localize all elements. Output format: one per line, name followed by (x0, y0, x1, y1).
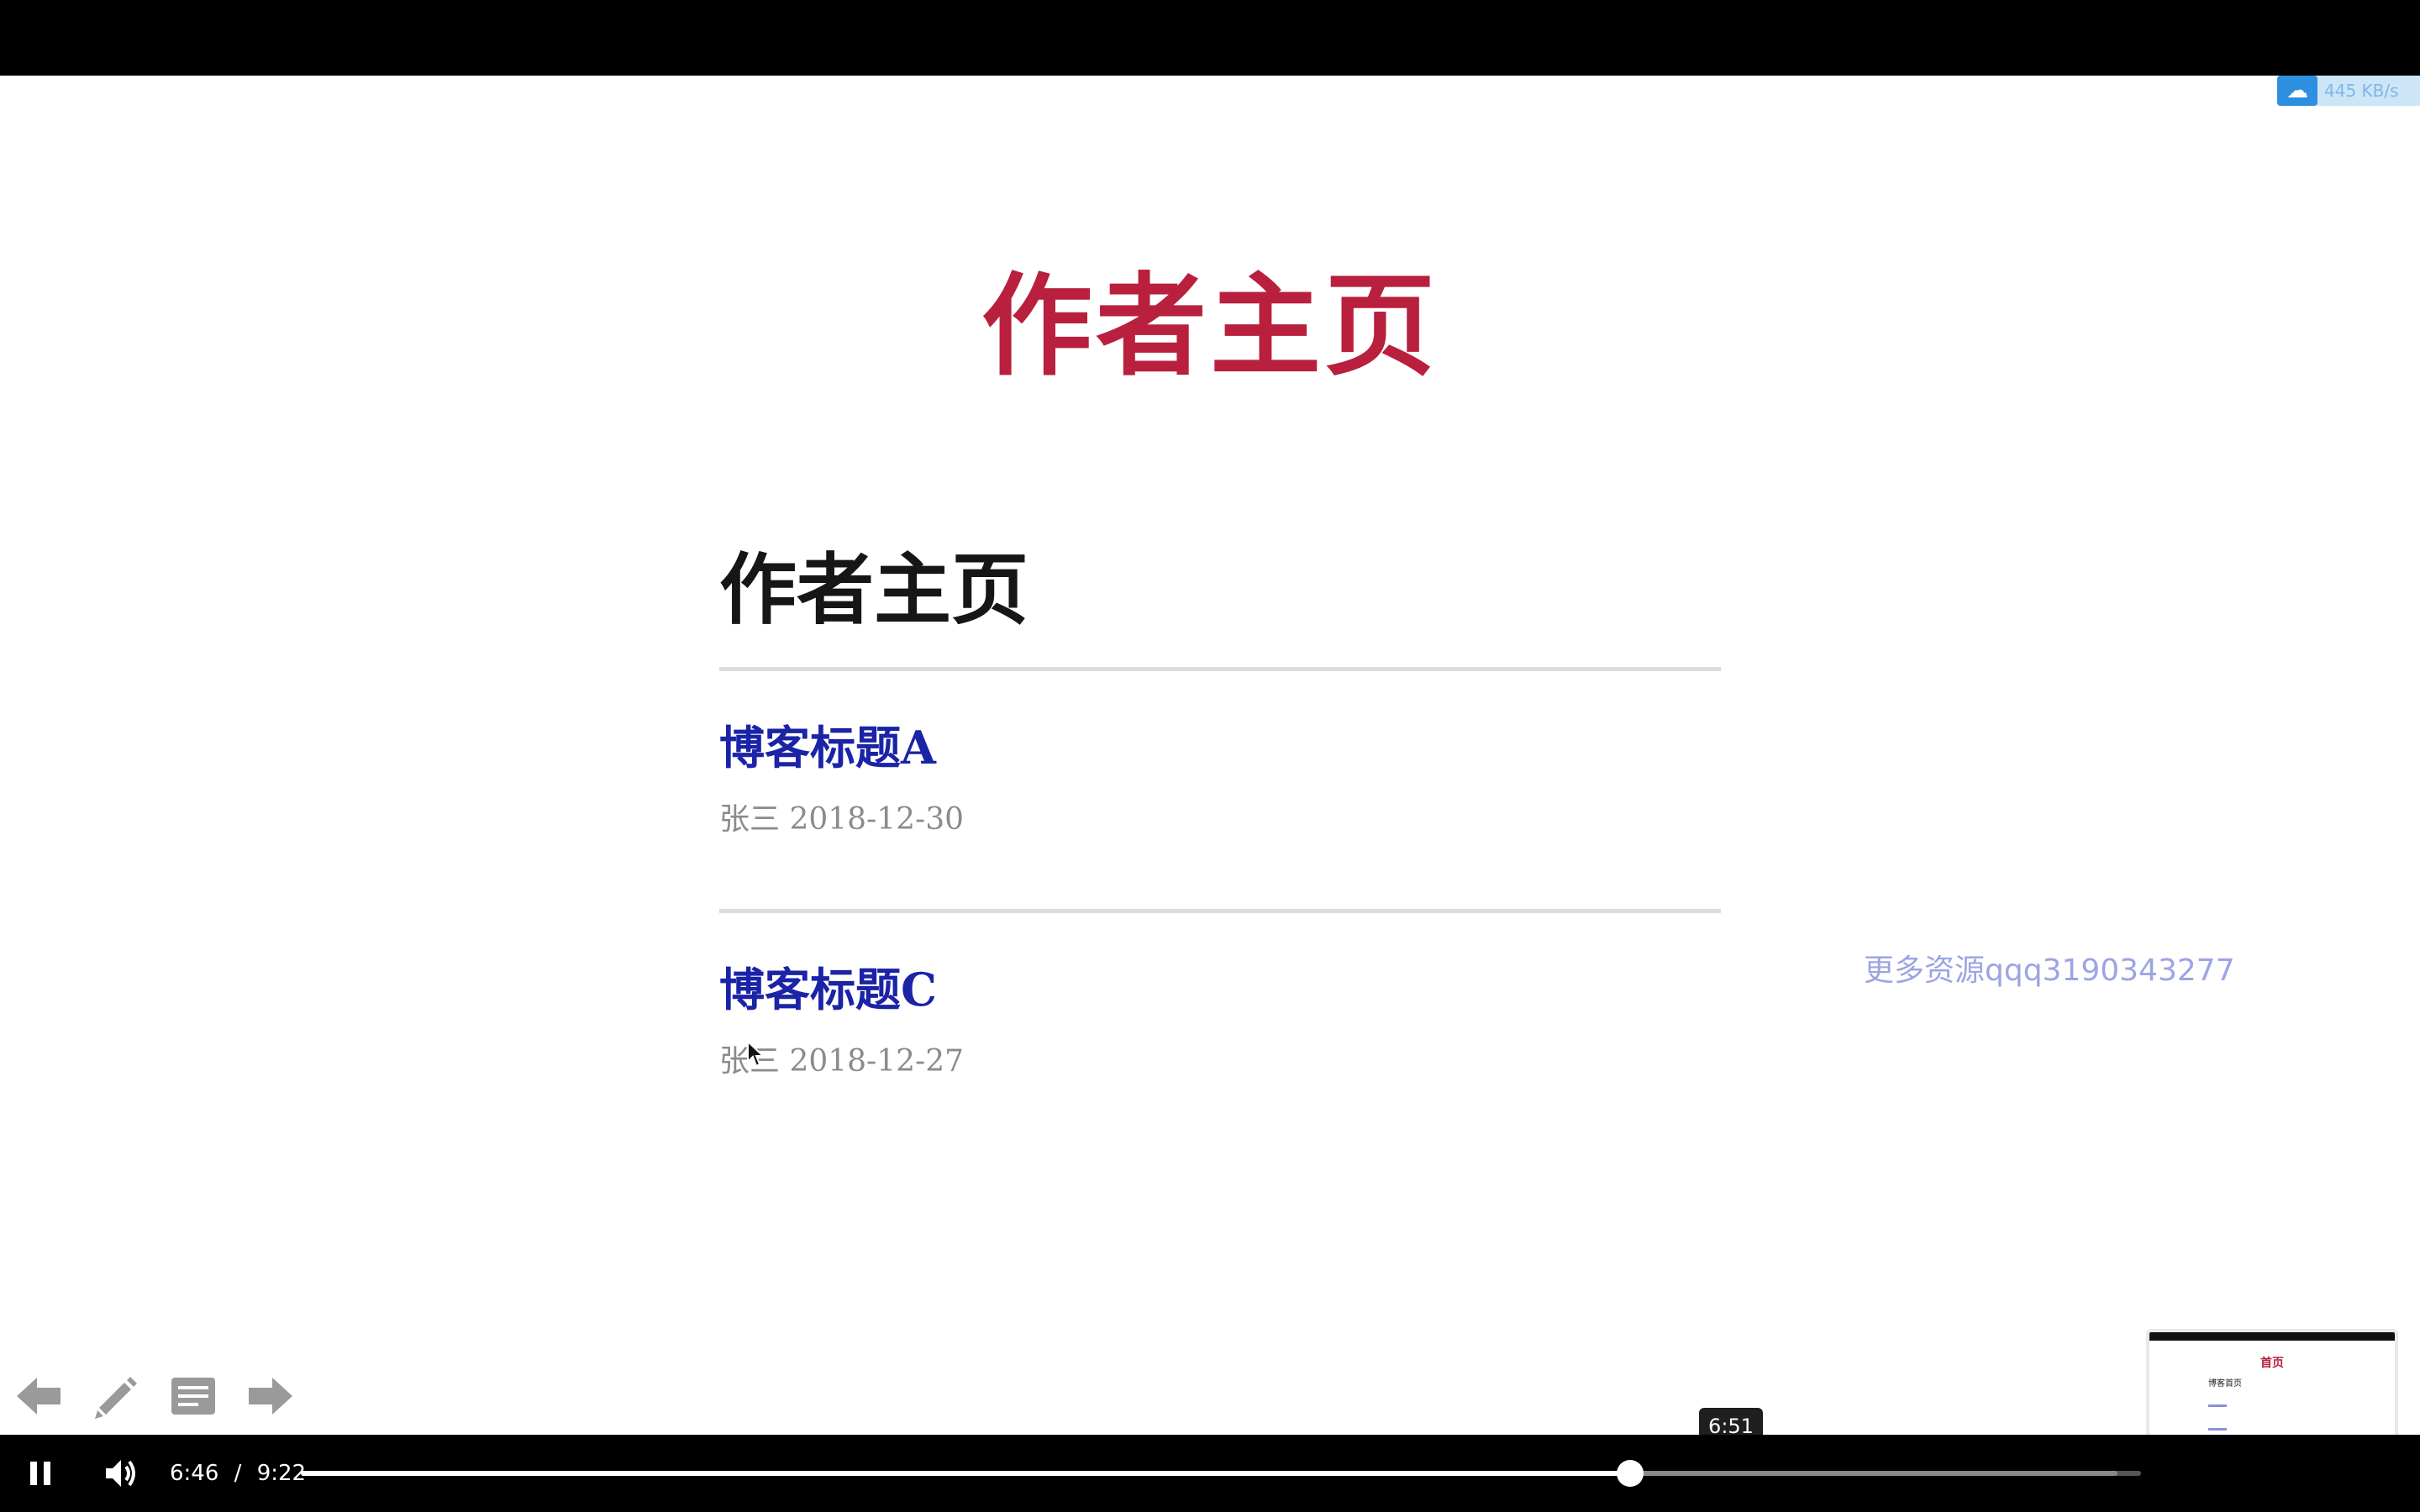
thumbnail-line (2208, 1404, 2227, 1407)
cloud-icon: ☁ (2277, 76, 2317, 106)
mouse-cursor-icon (747, 1040, 765, 1068)
next-arrow-icon[interactable] (244, 1369, 297, 1423)
pencil-icon[interactable] (89, 1369, 143, 1423)
network-speed-badge: ☁ 445 KB/s (2277, 76, 2420, 106)
post-item: 博客标题A 张三 2018-12-30 (719, 671, 1721, 909)
post-title-link[interactable]: 博客标题C (719, 960, 937, 1019)
volume-button[interactable] (97, 1450, 145, 1497)
played-bar (301, 1471, 1631, 1476)
thumbnail-title: 首页 (2260, 1357, 2284, 1370)
notes-icon[interactable] (166, 1369, 220, 1423)
seek-handle[interactable] (1617, 1460, 1644, 1487)
video-player: ☁ 445 KB/s 作者主页 作者主页 博客标题A 张三 2018-12-30… (0, 0, 2420, 1512)
post-meta: 张三 2018-12-30 (719, 802, 965, 837)
pause-icon (30, 1462, 50, 1485)
slide-tools (12, 1369, 297, 1423)
volume-icon (106, 1460, 135, 1487)
duration: 9:22 (256, 1461, 307, 1486)
thumbnail-heading: 博客首页 (2208, 1379, 2242, 1389)
post-item: 博客标题C 张三 2018-12-27 (719, 913, 1721, 1151)
seek-bar[interactable] (301, 1460, 2141, 1487)
time-separator: / (234, 1461, 242, 1486)
thumbnail-line (2208, 1428, 2227, 1431)
thumbnail-topbar (2149, 1332, 2395, 1341)
post-title-link[interactable]: 博客标题A (719, 718, 936, 777)
page-heading: 作者主页 (719, 544, 1029, 635)
slide-title: 作者主页 (981, 262, 1439, 391)
watermark-text: 更多资源qqq3190343277 (1864, 953, 2235, 988)
video-frame[interactable]: ☁ 445 KB/s 作者主页 作者主页 博客标题A 张三 2018-12-30… (0, 76, 2420, 1435)
player-controls: 6:46 / 9:22 (0, 1435, 2420, 1512)
time-display: 6:46 / 9:22 (170, 1455, 306, 1492)
author-page: 作者主页 博客标题A 张三 2018-12-30 博客标题C 张三 2018-1… (719, 536, 1721, 1151)
current-time: 6:46 (170, 1461, 219, 1486)
pause-button[interactable] (17, 1450, 64, 1497)
network-speed-text: 445 KB/s (2324, 81, 2399, 101)
prev-arrow-icon[interactable] (12, 1369, 66, 1423)
post-meta: 张三 2018-12-27 (719, 1044, 965, 1079)
